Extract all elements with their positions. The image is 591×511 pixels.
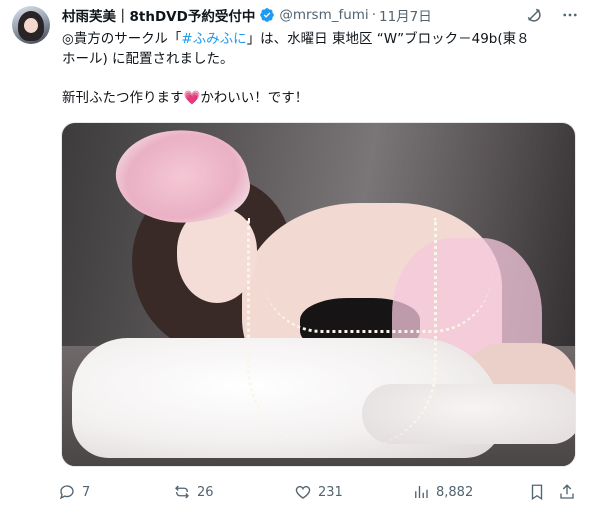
tweet-date[interactable]: 11月7日 [379, 5, 432, 25]
photo-pearls [247, 218, 437, 448]
repost-count: 26 [197, 484, 214, 500]
avatar[interactable] [12, 6, 50, 44]
tweet-photo[interactable] [61, 122, 576, 467]
bookmark-icon [531, 484, 543, 501]
handle[interactable]: @mrsm_fumi [279, 7, 368, 23]
repost-icon [175, 485, 189, 499]
text-segment: かわいい！です！ [200, 89, 309, 106]
separator-dot: · [371, 7, 376, 23]
reply-button[interactable]: 7 [58, 481, 90, 503]
share-icon [560, 484, 574, 499]
more-icon[interactable] [561, 6, 579, 24]
share-button[interactable] [558, 481, 576, 503]
repost-button[interactable]: 26 [173, 481, 214, 503]
reply-count: 7 [82, 484, 91, 500]
text-segment: ◎貴方のサークル「 [62, 31, 182, 47]
tweet-actions: 7 26 231 8,882 [58, 481, 578, 503]
text-segment: 新刊ふたつ作ります [62, 89, 184, 106]
grok-icon[interactable] [525, 6, 543, 24]
display-name[interactable]: 村雨芙美｜8thDVD予約受付中 [62, 5, 255, 25]
avatar-face [24, 18, 38, 33]
like-button[interactable]: 231 [294, 481, 343, 503]
photo-pearls-strand [262, 273, 492, 333]
like-count: 231 [318, 484, 343, 500]
bookmark-button[interactable] [528, 481, 546, 503]
hashtag-link[interactable]: #ふみふに [181, 31, 246, 47]
tweet-header: 村雨芙美｜8thDVD予約受付中 @mrsm_fumi · 11月7日 [62, 5, 579, 25]
tweet-text-line-2: ホール) に配置されました。 [62, 50, 234, 67]
tweet-text-line-3: 新刊ふたつ作ります💗かわいい！です！ [62, 89, 582, 109]
tweet-text: ◎貴方のサークル「#ふみふに」は、水曜日 東地区 “W”ブロック－49b(東８ … [62, 30, 582, 108]
reply-icon [59, 485, 74, 500]
heart-emoji: 💗 [183, 89, 201, 106]
views-count: 8,882 [436, 484, 474, 500]
views-button[interactable]: 8,882 [412, 481, 473, 503]
tweet-text-line-1: ◎貴方のサークル「#ふみふに」は、水曜日 東地区 “W”ブロック－49b(東８ [62, 30, 582, 50]
verified-badge-icon [260, 8, 275, 22]
heart-icon [295, 485, 311, 499]
text-segment: 」は、水曜日 東地区 “W”ブロック－49b(東８ [246, 31, 530, 47]
views-icon [415, 486, 428, 498]
